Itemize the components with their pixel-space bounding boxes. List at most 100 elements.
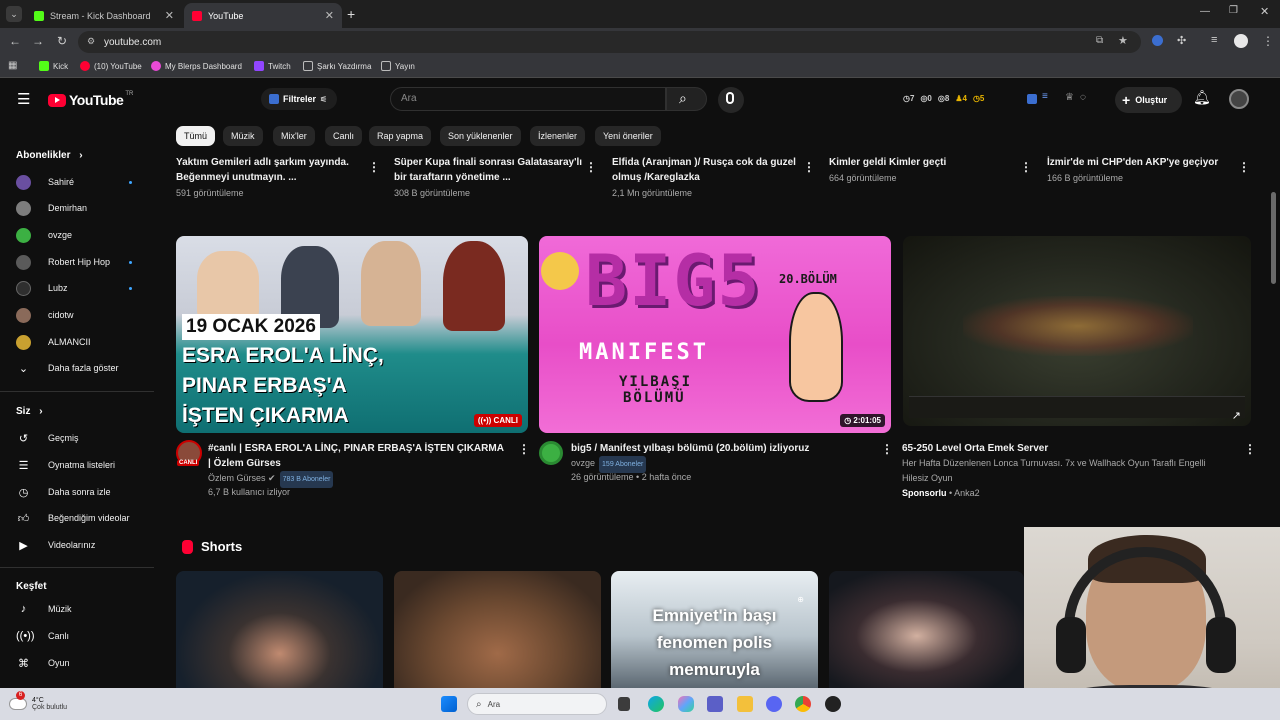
list-icon[interactable]: ≡ [1042, 91, 1048, 102]
more-options-icon[interactable]: ⋮ [1244, 442, 1256, 456]
tab-youtube[interactable]: YouTube ✕ [184, 3, 342, 28]
tab-search-button[interactable]: ⌄ [6, 6, 22, 22]
sidebar-channel-sahire[interactable]: Sahiré [16, 172, 150, 192]
filters-button[interactable]: Filtreler ⚟ [261, 88, 337, 110]
short-card[interactable]: ⊕ Emniyet'in başı fenomen polis memuruyl… [611, 571, 818, 689]
subscriptions-header[interactable]: Abonelikler › [16, 150, 83, 161]
sidebar-item-liked-videos[interactable]: 👍︎ Beğendiğim videolar [16, 508, 150, 528]
ad-thumbnail[interactable]: ↗ [903, 236, 1251, 426]
voice-search-button[interactable] [718, 87, 744, 113]
back-icon[interactable]: ← [9, 34, 21, 48]
taskbar-search[interactable]: ⌕ Ara [467, 693, 607, 715]
you-header[interactable]: Siz › [16, 406, 43, 417]
sidebar-item-your-videos[interactable]: ▶ Videolarınız [16, 535, 150, 555]
bookmark-twitch[interactable]: Twitch [254, 61, 291, 71]
video-title[interactable]: Elfida (Aranjman )/ Rusça cok da guzel o… [612, 155, 797, 185]
close-tab-icon[interactable]: ✕ [325, 9, 334, 22]
weather-widget[interactable]: 6 4°C Çok bulutlu [10, 691, 67, 716]
sidebar-item-watch-later[interactable]: ◷ Daha sonra izle [16, 482, 150, 502]
sidebar-item-live[interactable]: ((•)) Canlı [16, 626, 150, 646]
short-card[interactable] [176, 571, 383, 689]
site-info-icon[interactable]: ⚙ [87, 36, 95, 47]
chat-icon[interactable]: ◌ [1080, 92, 1086, 103]
apps-grid-icon[interactable]: ▦ [8, 60, 17, 71]
new-tab-icon[interactable]: + [347, 6, 355, 22]
channel-avatar[interactable]: CANLI [176, 440, 202, 466]
chip-rap[interactable]: Rap yapma [369, 126, 432, 146]
more-options-icon[interactable]: ⋮ [1238, 160, 1250, 174]
chip-live[interactable]: Canlı [325, 126, 363, 146]
chip-mixes[interactable]: Mix'ler [273, 126, 315, 146]
chip-music[interactable]: Müzik [223, 126, 263, 146]
menu-dots-icon[interactable]: ⋮ [1262, 34, 1274, 48]
video-title[interactable]: İzmir'de mi CHP'den AKP'ye geçiyor [1047, 155, 1237, 170]
channel-avatar[interactable] [539, 441, 563, 465]
bookmark-blerps[interactable]: My Blerps Dashboard [151, 61, 242, 71]
more-options-icon[interactable]: ⋮ [881, 442, 893, 456]
restore-icon[interactable]: ❐ [1229, 5, 1238, 16]
bookmark-folder-yayin[interactable]: Yayın [381, 61, 415, 71]
task-view-icon[interactable] [618, 697, 630, 711]
sidebar-channel-cidotw[interactable]: cidotw [16, 305, 150, 325]
windows-start-icon[interactable] [441, 696, 457, 712]
create-button[interactable]: + Oluştur [1115, 87, 1182, 113]
chip-watched[interactable]: İzlenenler [530, 126, 586, 146]
sidebar-channel-almancii[interactable]: ALMANCII [16, 332, 150, 352]
sidebar-item-gaming[interactable]: ⌘ Oyun [16, 653, 150, 673]
video-title[interactable]: big5 / Manifest yılbaşı bölümü (20.bölüm… [571, 441, 871, 456]
more-options-icon[interactable]: ⋮ [1020, 160, 1032, 174]
minimize-icon[interactable]: — [1200, 6, 1210, 17]
discord-icon[interactable] [766, 696, 782, 712]
expand-icon[interactable]: ↗ [1232, 409, 1241, 422]
close-window-icon[interactable]: ✕ [1260, 5, 1269, 18]
sidebar-item-playlists[interactable]: ☰ Oynatma listeleri [16, 455, 150, 475]
chip-all[interactable]: Tümü [176, 126, 216, 146]
profile-avatar[interactable] [1234, 34, 1248, 48]
sidebar-channel-ovzge[interactable]: ovzge [16, 225, 150, 245]
chrome-icon[interactable] [795, 696, 811, 712]
reload-icon[interactable]: ↻ [57, 34, 67, 48]
trophy-icon[interactable]: ♕ [1065, 92, 1074, 103]
edge-icon[interactable] [648, 696, 664, 712]
more-options-icon[interactable]: ⋮ [518, 442, 530, 456]
extension-logo-icon[interactable] [1027, 94, 1037, 104]
search-input[interactable]: Ara [390, 87, 666, 111]
short-card[interactable] [394, 571, 601, 689]
short-card[interactable] [829, 571, 1024, 689]
extension-icon[interactable] [1152, 35, 1163, 46]
show-more-button[interactable]: ⌄ Daha fazla göster [16, 358, 150, 378]
bookmark-kick[interactable]: Kick [39, 61, 68, 71]
more-options-icon[interactable]: ⋮ [585, 160, 597, 174]
video-title[interactable]: Süper Kupa finali sonrası Galatasaray'lı… [394, 155, 582, 185]
ad-title[interactable]: 65-250 Level Orta Emek Server [902, 441, 1232, 456]
sidebar-item-music[interactable]: ♪ Müzik [16, 599, 150, 619]
forward-icon[interactable]: → [32, 34, 44, 48]
tab-kick-dashboard[interactable]: Stream - Kick Dashboard ✕ [26, 3, 182, 28]
more-options-icon[interactable]: ⋮ [368, 160, 380, 174]
bookmark-youtube[interactable]: (10) YouTube [80, 61, 142, 71]
bookmark-folder-sarki[interactable]: Şarkı Yazdırma [303, 61, 371, 71]
page-scrollbar[interactable] [1271, 192, 1276, 284]
video-thumbnail[interactable]: 19 OCAK 2026 ESRA EROL'A LİNÇ, PINAR ERB… [176, 236, 528, 433]
media-icon[interactable]: ≡ [1211, 34, 1217, 46]
hamburger-menu-icon[interactable]: ☰ [17, 90, 30, 108]
more-options-icon[interactable]: ⋮ [803, 160, 815, 174]
video-title[interactable]: Yaktım Gemileri adlı şarkım yayında. Beğ… [176, 155, 361, 185]
install-icon[interactable]: ⧉ [1096, 35, 1103, 46]
teams-icon[interactable] [707, 696, 723, 712]
chip-new[interactable]: Yeni öneriler [595, 126, 661, 146]
obs-icon[interactable] [825, 696, 841, 712]
youtube-logo[interactable]: YouTube TR [48, 91, 133, 108]
close-tab-icon[interactable]: ✕ [165, 9, 174, 22]
sidebar-channel-demirhan[interactable]: Demirhan [16, 198, 150, 218]
sidebar-channel-lubz[interactable]: Lubz [16, 278, 150, 298]
search-button[interactable]: ⌕ [666, 87, 707, 111]
video-title[interactable]: Kimler geldi Kimler geçti [829, 155, 1014, 170]
sidebar-channel-robert-hip-hop[interactable]: Robert Hip Hop [16, 252, 150, 272]
sidebar-item-history[interactable]: ↺ Geçmiş [16, 428, 150, 448]
ad-sponsor-line[interactable]: Sponsorlu • Anka2 [902, 486, 980, 501]
account-avatar[interactable] [1229, 89, 1249, 109]
notifications-bell-icon[interactable]: 🔔︎ [1193, 89, 1211, 106]
video-thumbnail[interactable]: BIG5 20.BÖLÜM MANIFEST YILBAŞI BÖLÜMÜ ◷ … [539, 236, 891, 433]
puzzle-icon[interactable]: ✣ [1177, 34, 1186, 47]
